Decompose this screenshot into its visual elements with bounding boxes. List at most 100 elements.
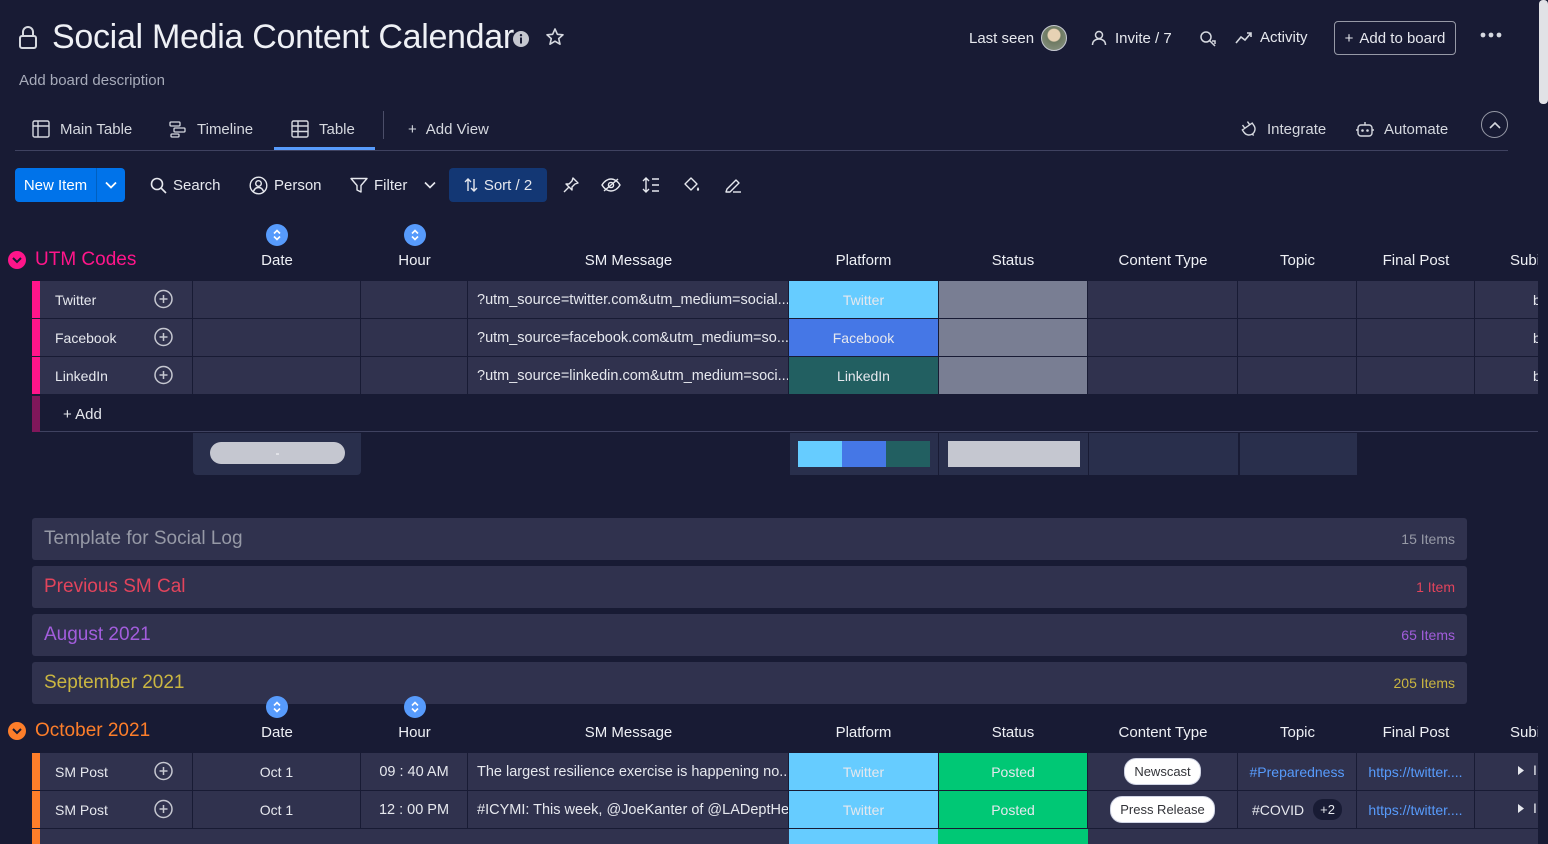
column-header-final-post[interactable]: Final Post bbox=[1357, 252, 1475, 269]
column-header-hour[interactable]: Hour bbox=[361, 724, 468, 741]
more-options-icon[interactable] bbox=[1480, 32, 1502, 38]
content-type-cell[interactable] bbox=[1088, 281, 1238, 318]
topic-cell[interactable] bbox=[1238, 319, 1357, 356]
column-header-platform[interactable]: Platform bbox=[789, 252, 938, 269]
topic-cell[interactable]: #COVID +2 bbox=[1238, 791, 1357, 828]
add-update-icon[interactable] bbox=[153, 327, 174, 348]
color-fill-icon[interactable] bbox=[682, 168, 702, 202]
table-row[interactable] bbox=[40, 829, 1538, 844]
collapsed-group[interactable]: September 2021 205 Items bbox=[32, 662, 1467, 704]
collapse-group-icon[interactable] bbox=[8, 251, 26, 269]
item-name[interactable]: LinkedIn bbox=[55, 368, 108, 384]
column-header-content-type[interactable]: Content Type bbox=[1088, 724, 1238, 741]
final-post-cell[interactable] bbox=[1357, 281, 1475, 318]
platform-cell[interactable]: Twitter bbox=[789, 791, 939, 828]
expand-arrow-icon[interactable] bbox=[1518, 766, 1524, 775]
item-name-cell[interactable]: SM Post bbox=[40, 753, 193, 790]
column-header-date[interactable]: Date bbox=[193, 252, 361, 269]
add-update-icon[interactable] bbox=[153, 365, 174, 386]
sort-button[interactable]: Sort / 2 bbox=[449, 168, 547, 202]
row-height-icon[interactable] bbox=[642, 168, 660, 202]
subitems-cell[interactable]: b bbox=[1475, 357, 1538, 394]
sort-indicator-icon[interactable] bbox=[404, 696, 426, 718]
item-name[interactable]: SM Post bbox=[55, 764, 108, 780]
tab-main-table[interactable]: Main Table bbox=[31, 108, 132, 150]
column-header-date[interactable]: Date bbox=[193, 724, 361, 741]
item-name-cell[interactable]: LinkedIn bbox=[40, 357, 193, 394]
collapse-header-button[interactable] bbox=[1481, 111, 1508, 138]
subitems-cell[interactable]: b bbox=[1475, 319, 1538, 356]
hour-cell[interactable] bbox=[361, 281, 468, 318]
collapsed-group[interactable]: Previous SM Cal 1 Item bbox=[32, 566, 1467, 608]
group-title[interactable]: Previous SM Cal bbox=[44, 576, 186, 598]
new-item-button[interactable]: New Item bbox=[15, 168, 125, 202]
item-name-cell[interactable]: SM Post bbox=[40, 791, 193, 828]
hour-cell[interactable] bbox=[361, 357, 468, 394]
platform-cell[interactable]: Facebook bbox=[789, 319, 939, 356]
chevron-down-icon[interactable] bbox=[97, 168, 125, 202]
activity-button[interactable]: Activity bbox=[1235, 29, 1308, 46]
date-summary[interactable]: - bbox=[193, 433, 361, 475]
new-item-label[interactable]: New Item bbox=[15, 168, 97, 202]
edit-icon[interactable] bbox=[723, 168, 743, 202]
content-type-tag[interactable]: Press Release bbox=[1110, 796, 1215, 823]
invite-button[interactable]: Invite / 7 bbox=[1090, 29, 1172, 47]
sort-indicator-icon[interactable] bbox=[266, 696, 288, 718]
integrate-button[interactable]: Integrate bbox=[1240, 108, 1326, 150]
status-cell[interactable]: Posted bbox=[939, 753, 1088, 790]
date-cell[interactable] bbox=[193, 357, 361, 394]
final-post-link[interactable]: https://twitter.... bbox=[1368, 764, 1462, 780]
column-header-topic[interactable]: Topic bbox=[1238, 724, 1357, 741]
board-title[interactable]: Social Media Content Calendar bbox=[52, 18, 514, 57]
hide-icon[interactable] bbox=[601, 168, 621, 202]
expand-arrow-icon[interactable] bbox=[1518, 804, 1524, 813]
date-cell[interactable]: Oct 1 bbox=[193, 753, 361, 790]
final-post-cell[interactable]: https://twitter.... bbox=[1357, 753, 1475, 790]
column-header-sm-message[interactable]: SM Message bbox=[468, 252, 789, 269]
column-header-final-post[interactable]: Final Post bbox=[1357, 724, 1475, 741]
column-header-status[interactable]: Status bbox=[938, 724, 1088, 741]
platform-cell[interactable] bbox=[789, 829, 938, 844]
item-name-cell[interactable]: Twitter bbox=[40, 281, 193, 318]
content-type-cell[interactable]: Press Release bbox=[1088, 791, 1238, 828]
item-name[interactable]: Facebook bbox=[55, 330, 116, 346]
group-title[interactable]: Template for Social Log bbox=[44, 528, 243, 550]
add-update-icon[interactable] bbox=[153, 761, 174, 782]
column-header-sm-message[interactable]: SM Message bbox=[468, 724, 789, 741]
collapsed-group[interactable]: August 2021 65 Items bbox=[32, 614, 1467, 656]
collapse-group-icon[interactable] bbox=[8, 722, 26, 740]
content-type-cell[interactable] bbox=[1088, 319, 1238, 356]
add-item-row[interactable]: + Add bbox=[40, 396, 1538, 432]
platform-cell[interactable]: Twitter bbox=[789, 753, 939, 790]
sm-message-cell[interactable]: ?utm_source=twitter.com&utm_medium=socia… bbox=[468, 281, 789, 318]
person-filter-button[interactable]: Person bbox=[249, 168, 322, 202]
add-item-label[interactable]: + Add bbox=[63, 406, 102, 423]
topic-tag[interactable]: #Preparedness bbox=[1250, 764, 1345, 780]
status-summary[interactable] bbox=[939, 433, 1088, 475]
integrations-icon[interactable] bbox=[1198, 29, 1218, 49]
subitems-cell[interactable]: I bbox=[1475, 753, 1538, 790]
column-header-topic[interactable]: Topic bbox=[1238, 252, 1357, 269]
column-header-subitems[interactable]: Subi bbox=[1475, 252, 1538, 269]
column-header-hour[interactable]: Hour bbox=[361, 252, 468, 269]
info-icon[interactable] bbox=[512, 30, 530, 48]
status-cell[interactable] bbox=[939, 357, 1088, 394]
topic-tag[interactable]: #COVID bbox=[1252, 802, 1304, 818]
filter-dropdown-icon[interactable] bbox=[424, 168, 436, 202]
content-type-cell[interactable]: Newscast bbox=[1088, 753, 1238, 790]
group-title[interactable]: September 2021 bbox=[44, 672, 185, 694]
topic-cell[interactable]: #Preparedness bbox=[1238, 753, 1357, 790]
hour-cell[interactable] bbox=[361, 319, 468, 356]
add-update-icon[interactable] bbox=[153, 799, 174, 820]
sm-message-cell[interactable]: #ICYMI: This week, @JoeKanter of @LADept… bbox=[468, 791, 789, 828]
hour-cell[interactable]: 09 : 40 AM bbox=[361, 753, 468, 790]
scrollbar-thumb[interactable] bbox=[1539, 0, 1548, 104]
column-header-subitems[interactable]: Subi bbox=[1475, 724, 1538, 741]
status-cell[interactable]: Posted bbox=[939, 791, 1088, 828]
board-description[interactable]: Add board description bbox=[19, 72, 165, 89]
platform-cell[interactable]: Twitter bbox=[789, 281, 939, 318]
item-name[interactable]: SM Post bbox=[55, 802, 108, 818]
final-post-cell[interactable]: https://twitter.... bbox=[1357, 791, 1475, 828]
final-post-cell[interactable] bbox=[1357, 357, 1475, 394]
star-icon[interactable] bbox=[545, 27, 565, 47]
